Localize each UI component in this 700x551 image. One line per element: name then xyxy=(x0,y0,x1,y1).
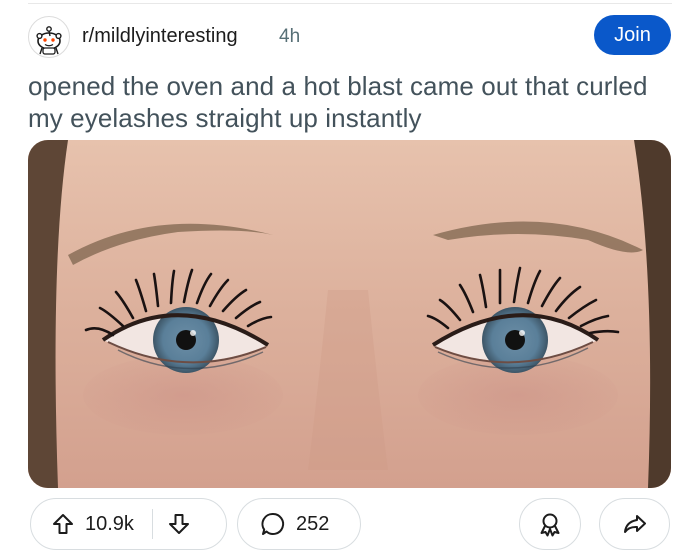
divider xyxy=(28,3,672,4)
upvote-button[interactable] xyxy=(51,512,75,536)
post-timestamp: 4h xyxy=(279,26,301,47)
subreddit-avatar[interactable] xyxy=(28,16,70,58)
award-button[interactable] xyxy=(519,498,581,550)
comments-button[interactable]: 252 xyxy=(237,498,361,550)
join-button[interactable]: Join xyxy=(594,15,671,55)
arrow-down-icon xyxy=(168,514,189,534)
award-ribbon-icon xyxy=(540,513,560,537)
comment-icon-wrap xyxy=(260,511,286,537)
share-button[interactable] xyxy=(599,498,670,550)
vote-count: 10.9k xyxy=(85,512,134,535)
reddit-post: r/mildlyinteresting 4h Join opened the o… xyxy=(0,0,700,551)
post-title[interactable]: opened the oven and a hot blast came out… xyxy=(28,70,668,134)
speech-bubble-icon xyxy=(261,512,285,535)
vote-bar: 10.9k xyxy=(30,498,227,550)
subreddit-name[interactable]: r/mildlyinteresting xyxy=(82,25,238,48)
eyes-photo xyxy=(28,140,671,488)
downvote-button[interactable] xyxy=(167,512,191,536)
post-image[interactable] xyxy=(28,140,671,488)
share-arrow-icon xyxy=(623,515,646,533)
vote-divider xyxy=(151,509,153,539)
post-header: r/mildlyinteresting 4h Join xyxy=(28,14,672,60)
reddit-snoo-icon xyxy=(36,26,62,55)
arrow-up-icon xyxy=(53,514,73,534)
comment-count: 252 xyxy=(296,512,330,535)
